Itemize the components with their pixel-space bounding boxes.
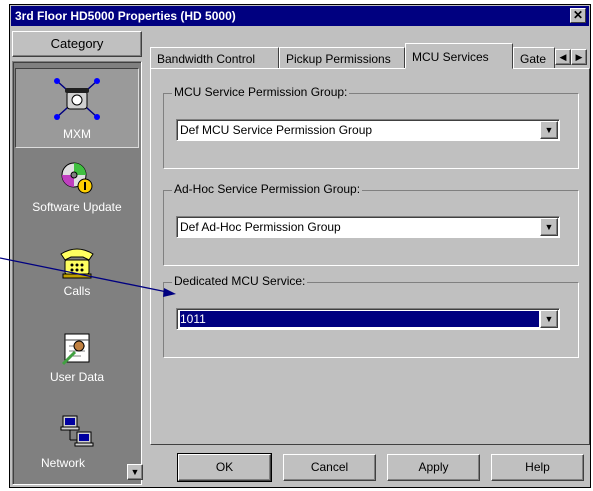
chevron-down-icon: ▼ [130,467,140,477]
category-scroll-down-button[interactable]: ▼ [127,464,143,480]
chevron-down-icon: ▼ [544,125,554,135]
group-title: Ad-Hoc Service Permission Group: [172,182,363,196]
tab-mcu-services[interactable]: MCU Services [405,43,513,69]
dropdown-button[interactable]: ▼ [540,218,558,236]
adhoc-permission-select[interactable]: Def Ad-Hoc Permission Group ▼ [176,216,560,238]
mcu-service-permission-select[interactable]: Def MCU Service Permission Group ▼ [176,119,560,141]
mcu-services-page: MCU Service Permission Group: Def MCU Se… [150,68,590,445]
computers-network-icon [60,415,94,447]
help-button[interactable]: Help [491,454,584,481]
category-label: Software Update [32,200,122,214]
chevron-down-icon: ▼ [544,222,554,232]
tab-pickup-permissions[interactable]: Pickup Permissions [279,47,405,69]
adhoc-service-permission-group: Ad-Hoc Service Permission Group: Def Ad-… [163,182,579,266]
cancel-button[interactable]: Cancel [283,454,376,481]
phone-network-icon [54,78,100,120]
chevron-down-icon: ▼ [544,314,554,324]
tab-bandwidth-control[interactable]: Bandwidth Control [150,47,279,69]
ok-button[interactable]: OK [177,453,272,482]
category-label: Calls [63,284,91,298]
chevron-right-icon: ▶ [575,52,583,62]
notepad-icon [61,333,90,366]
dedicated-mcu-service-select[interactable]: 1011 ▼ [176,308,560,330]
tab-gatekeeper[interactable]: Gate [513,47,555,69]
properties-dialog: 3rd Floor HD5000 Properties (HD 5000) ✕ … [9,4,591,488]
select-value: Def MCU Service Permission Group [180,123,373,137]
chevron-left-icon: ◀ [559,52,567,62]
category-item-user-data[interactable]: User Data [15,324,139,404]
category-label: Network [41,456,86,470]
category-item-software-update[interactable]: Software Update [15,154,139,234]
group-title: Dedicated MCU Service: [172,274,308,288]
apply-button[interactable]: Apply [387,454,480,481]
category-panel: Category MXM Software Update Calls User … [12,31,143,488]
mcu-service-permission-group: MCU Service Permission Group: Def MCU Se… [163,85,579,169]
select-value: Def Ad-Hoc Permission Group [180,220,341,234]
close-button[interactable]: ✕ [570,8,586,23]
window-title: 3rd Floor HD5000 Properties (HD 5000) [15,9,236,23]
tab-scroll-right-button[interactable]: ▶ [571,49,587,65]
category-label: MXM [63,127,91,141]
category-header[interactable]: Category [12,31,142,57]
tab-strip: Bandwidth Control Pickup Permissions MCU… [150,43,590,69]
dropdown-button[interactable]: ▼ [540,310,558,328]
category-label: User Data [49,370,105,384]
tab-scroll-left-button[interactable]: ◀ [555,49,571,65]
title-bar: 3rd Floor HD5000 Properties (HD 5000) ✕ [11,6,589,26]
category-item-mxm[interactable]: MXM [15,68,139,148]
category-item-network[interactable]: Network [15,408,139,488]
cd-update-icon [61,162,93,194]
close-icon: ✕ [572,8,584,22]
category-list: MXM Software Update Calls User Data Netw… [12,61,143,488]
dedicated-mcu-service-group: Dedicated MCU Service: 1011 ▼ [163,274,579,358]
telephone-icon [60,248,94,279]
select-value: 1011 [180,311,539,327]
category-item-calls[interactable]: Calls [15,238,139,318]
dropdown-button[interactable]: ▼ [540,121,558,139]
group-title: MCU Service Permission Group: [172,85,350,99]
